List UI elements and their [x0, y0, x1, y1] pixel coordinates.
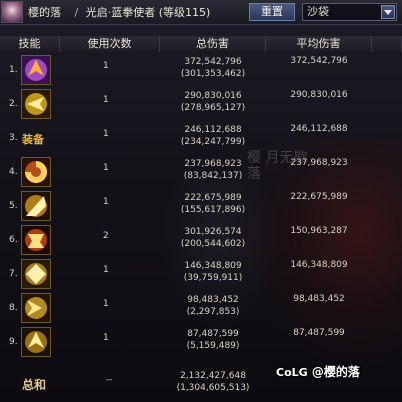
use-count: 1: [103, 197, 109, 207]
table-row[interactable]: 6. 2 301,926,574 (200,544,602) 150,963,287: [0, 223, 372, 257]
avatar: [1, 1, 23, 23]
row-rank: 7.: [9, 269, 18, 279]
column-header-average[interactable]: 平均伤害: [266, 36, 372, 52]
skill-icon-flame-slash: [21, 157, 51, 187]
row-rank: 4.: [9, 167, 18, 177]
player-title: 樱的落 / 光启·蓝拳使者 (等级115): [28, 4, 210, 20]
total-damage-sub: (5,159,489): [186, 341, 240, 351]
total-damage-sub: (278,965,127): [180, 103, 246, 113]
row-rank: 9.: [9, 337, 18, 347]
column-header-total[interactable]: 总伤害: [160, 36, 266, 52]
total-damage-sub: (155,617,896): [180, 205, 246, 215]
row-rank: 2.: [9, 99, 18, 109]
title-bar: 樱的落 / 光启·蓝拳使者 (等级115) 重置 沙袋: [0, 0, 402, 25]
average-damage: 87,487,599: [293, 328, 345, 338]
equipment-label: 装备: [22, 133, 44, 146]
average-damage: 246,112,688: [290, 124, 348, 134]
watermark-handle: @樱的落: [311, 365, 360, 379]
player-name: 樱的落: [28, 6, 61, 19]
average-damage: 98,483,452: [293, 294, 345, 304]
total-damage: 372,542,796 (301,353,462): [160, 56, 266, 80]
average-damage: 237,968,923: [290, 158, 348, 168]
table-row[interactable]: 2. 1 290,830,016 (278,965,127) 290,830,016: [0, 87, 372, 121]
skill-icon-yellow-fist: [21, 89, 51, 119]
summary-label: 总和: [22, 378, 47, 392]
column-header-spacer: [372, 36, 402, 52]
target-select-value: 沙袋: [307, 5, 329, 18]
total-damage-value: 301,926,574: [184, 227, 242, 237]
use-count: 1: [103, 299, 109, 309]
average-damage: 146,348,809: [290, 260, 348, 270]
damage-statistics-window: 樱 月无歇 落 樱的落 / 光启·蓝拳使者 (等级115) 重置 沙袋 技能 使…: [0, 0, 402, 402]
watermark-brand: CoLG: [276, 366, 308, 379]
table-row[interactable]: 1. 1 372,542,796 (301,353,462) 372,542,796: [0, 53, 372, 87]
total-damage-value: 87,487,599: [187, 329, 239, 339]
title-separator: /: [74, 6, 79, 19]
total-damage-sub: (83,842,137): [183, 171, 243, 181]
chevron-down-icon[interactable]: [381, 5, 395, 19]
total-damage-sub: (2,297,853): [186, 307, 240, 317]
average-damage: 372,542,796: [290, 56, 348, 66]
total-damage: 290,830,016 (278,965,127): [160, 90, 266, 114]
skill-icon-gold-swirl: [21, 191, 51, 221]
use-count: 2: [103, 231, 109, 241]
use-count: 1: [103, 333, 109, 343]
total-damage-sub: (200,544,602): [180, 239, 246, 249]
total-damage-sub: (301,353,462): [180, 69, 246, 79]
table-row[interactable]: 5. 1 222,675,989 (155,617,896) 222,675,989: [0, 189, 372, 223]
summary-total-sub: (1,304,605,513): [176, 383, 250, 393]
total-damage: 87,487,599 (5,159,489): [160, 328, 266, 352]
table-row[interactable]: 7. 1 146,348,809 (39,759,911) 146,348,809: [0, 257, 372, 291]
total-damage-value: 246,112,688: [184, 125, 242, 135]
table-row[interactable]: 9. 1 87,487,599 (5,159,489) 87,487,599: [0, 325, 372, 359]
class-info: 光启·蓝拳使者 (等级115): [85, 6, 211, 19]
column-header-count[interactable]: 使用次数: [60, 36, 160, 52]
skill-icon-purple-burst: [21, 55, 51, 85]
total-damage-value: 98,483,452: [187, 295, 239, 305]
watermark: CoLG @樱的落: [276, 363, 360, 380]
total-damage: 146,348,809 (39,759,911): [160, 260, 266, 284]
total-damage-value: 146,348,809: [184, 261, 242, 271]
table-row[interactable]: 3. 装备 1 246,112,688 (234,247,799) 246,112,688: [0, 121, 372, 155]
row-rank: 1.: [9, 65, 18, 75]
row-rank: 8.: [9, 303, 18, 313]
total-damage-value: 372,542,796: [184, 57, 242, 67]
average-damage: 290,830,016: [290, 90, 348, 100]
total-damage-value: 290,830,016: [184, 91, 242, 101]
total-damage: 222,675,989 (155,617,896): [160, 192, 266, 216]
use-count: 1: [103, 129, 109, 139]
total-damage: 246,112,688 (234,247,799): [160, 124, 266, 148]
average-damage: 222,675,989: [290, 192, 348, 202]
skill-icon-fire-strike: [21, 225, 51, 255]
reset-button[interactable]: 重置: [249, 3, 295, 21]
row-rank: 6.: [9, 235, 18, 245]
use-count: 1: [103, 163, 109, 173]
total-damage: 301,926,574 (200,544,602): [160, 226, 266, 250]
row-rank: 3.: [9, 133, 18, 143]
target-select[interactable]: 沙袋: [302, 3, 397, 21]
total-damage-sub: (234,247,799): [180, 137, 246, 147]
skill-icon-gold-fist: [21, 259, 51, 289]
table-row[interactable]: 8. 1 98,483,452 (2,297,853) 98,483,452: [0, 291, 372, 325]
column-header-skill[interactable]: 技能: [0, 36, 60, 52]
average-damage: 150,963,287: [290, 226, 348, 236]
total-damage: 98,483,452 (2,297,853): [160, 294, 266, 318]
skill-icon-gold-arrow: [21, 327, 51, 357]
total-damage: 237,968,923 (83,842,137): [160, 158, 266, 182]
total-damage-sub: (39,759,911): [183, 273, 243, 283]
summary-total: 2,132,427,648 (1,304,605,513): [160, 370, 266, 394]
summary-total-value: 2,132,427,648: [180, 371, 246, 381]
use-count: 1: [103, 61, 109, 71]
use-count: 1: [103, 95, 109, 105]
row-rank: 5.: [9, 201, 18, 211]
total-damage-value: 222,675,989: [184, 193, 242, 203]
total-damage-value: 237,968,923: [184, 159, 242, 169]
summary-count: --: [106, 375, 113, 385]
skill-icon-golden-blaze: [21, 293, 51, 323]
table-row[interactable]: 4. 1 237,968,923 (83,842,137) 237,968,923: [0, 155, 372, 189]
use-count: 1: [103, 265, 109, 275]
